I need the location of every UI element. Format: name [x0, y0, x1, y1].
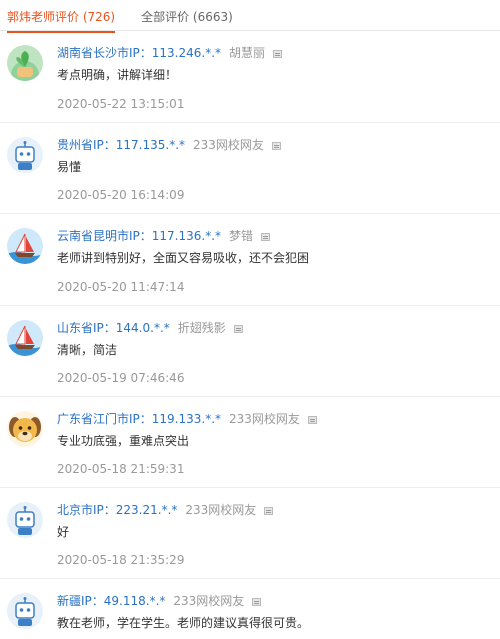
robot-avatar-icon[interactable] — [7, 502, 43, 538]
tab-all-reviews[interactable]: 全部评价 (6663) — [141, 0, 233, 31]
ip-location: 新疆IP：49.118.*.* — [57, 594, 166, 608]
comment-meta: 新疆IP：49.118.*.* 233网校网友 — [57, 592, 262, 609]
tab-teacher-reviews[interactable]: 郭炜老师评价 (726) — [7, 0, 116, 33]
ip-location: 山东省IP：144.0.*.* — [57, 321, 170, 335]
comment-list: 湖南省长沙市IP：113.246.*.* 胡慧丽 考点明确，讲解详细！ 2020-… — [0, 31, 500, 639]
comment-item: 贵州省IP：117.135.*.* 233网校网友 易懂 2020-05-20 1… — [0, 123, 500, 214]
badge-icon — [307, 416, 317, 424]
comment-item: 新疆IP：49.118.*.* 233网校网友 教在老师，学在学生。老师的建议真得… — [0, 579, 500, 639]
comment-meta: 湖南省长沙市IP：113.246.*.* 胡慧丽 — [57, 44, 283, 61]
comment-meta: 云南省昆明市IP：117.136.*.* 梦错 — [57, 227, 271, 244]
comment-item: 云南省昆明市IP：117.136.*.* 梦错 老师讲到特别好，全面又容易吸收，还… — [0, 214, 500, 306]
ip-location: 云南省昆明市IP：117.136.*.* — [57, 229, 222, 243]
sailboat-avatar-icon[interactable] — [7, 228, 43, 264]
comment-item: 广东省江门市IP：119.133.*.* 233网校网友 专业功底强，重难点突出 … — [0, 397, 500, 488]
comment-text: 老师讲到特别好，全面又容易吸收，还不会犯困 — [57, 251, 310, 265]
comment-item: 北京市IP：223.21.*.* 233网校网友 好 2020-05-18 21:… — [0, 488, 500, 579]
comment-meta: 贵州省IP：117.135.*.* 233网校网友 — [57, 136, 281, 153]
review-tabs: 郭炜老师评价 (726) 全部评价 (6663) — [0, 0, 500, 33]
comment-time: 2020-05-20 16:14:09 — [57, 188, 185, 202]
ip-location: 贵州省IP：117.135.*.* — [57, 138, 186, 152]
comment-item: 湖南省长沙市IP：113.246.*.* 胡慧丽 考点明确，讲解详细！ 2020-… — [0, 31, 500, 123]
username[interactable]: 233网校网友 — [229, 412, 300, 426]
comment-time: 2020-05-20 11:47:14 — [57, 280, 185, 294]
username[interactable]: 233网校网友 — [173, 594, 244, 608]
plant-avatar-icon[interactable] — [7, 45, 43, 81]
dog-avatar-icon[interactable] — [7, 411, 43, 447]
ip-location: 湖南省长沙市IP：113.246.*.* — [57, 46, 222, 60]
comment-item: 山东省IP：144.0.*.* 折翅残影 清晰，简洁 2020-05-19 07:… — [0, 306, 500, 397]
comment-time: 2020-05-18 21:35:29 — [57, 553, 185, 567]
comment-text: 教在老师，学在学生。老师的建议真得很可贵。 — [57, 616, 310, 630]
comment-text: 易懂 — [57, 160, 82, 174]
comment-text: 考点明确，讲解详细！ — [57, 68, 178, 82]
comment-time: 2020-05-18 21:59:31 — [57, 462, 185, 476]
ip-location: 北京市IP：223.21.*.* — [57, 503, 178, 517]
comment-meta: 北京市IP：223.21.*.* 233网校网友 — [57, 501, 274, 518]
username[interactable]: 折翅残影 — [178, 321, 226, 335]
ip-location: 广东省江门市IP：119.133.*.* — [57, 412, 222, 426]
username[interactable]: 梦错 — [229, 229, 253, 243]
badge-icon — [252, 598, 262, 606]
comment-text: 专业功底强，重难点突出 — [57, 434, 190, 448]
comment-text: 好 — [57, 525, 70, 539]
username[interactable]: 胡慧丽 — [229, 46, 265, 60]
comment-time: 2020-05-19 07:46:46 — [57, 371, 185, 385]
badge-icon — [261, 233, 271, 241]
comment-text: 清晰，简洁 — [57, 343, 118, 357]
comment-meta: 山东省IP：144.0.*.* 折翅残影 — [57, 319, 243, 336]
badge-icon — [264, 507, 274, 515]
robot-avatar-icon[interactable] — [7, 593, 43, 629]
badge-icon — [233, 325, 243, 333]
badge-icon — [273, 50, 283, 58]
comment-meta: 广东省江门市IP：119.133.*.* 233网校网友 — [57, 410, 317, 427]
sailboat-avatar-icon[interactable] — [7, 320, 43, 356]
robot-avatar-icon[interactable] — [7, 137, 43, 173]
username[interactable]: 233网校网友 — [185, 503, 256, 517]
badge-icon — [271, 142, 281, 150]
comment-time: 2020-05-22 13:15:01 — [57, 97, 185, 111]
username[interactable]: 233网校网友 — [193, 138, 264, 152]
